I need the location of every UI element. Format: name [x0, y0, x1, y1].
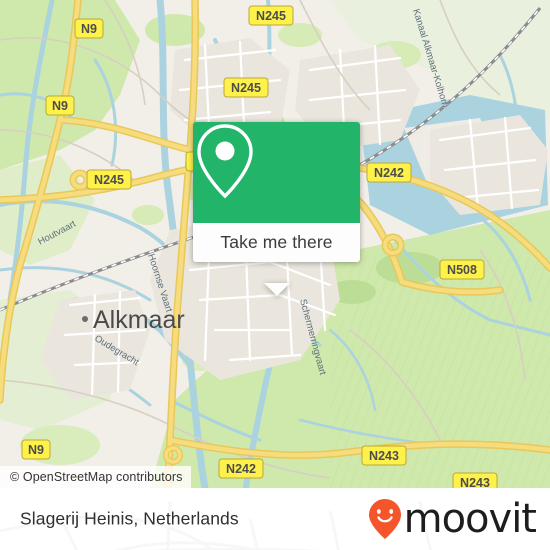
map-pin-icon: [197, 124, 253, 199]
svg-text:N9: N9: [28, 443, 44, 457]
bottom-info-bar: Slagerij Heinis, Netherlands moovit: [0, 488, 550, 550]
road-shield: N242: [366, 162, 412, 183]
road-shield: N9: [74, 18, 104, 39]
road-shield: N242: [218, 458, 264, 479]
svg-text:N245: N245: [94, 173, 124, 187]
road-shield: N508: [439, 259, 485, 280]
moovit-pin-smiley-icon: [368, 499, 401, 539]
svg-text:N243: N243: [369, 449, 399, 463]
svg-text:N245: N245: [256, 9, 286, 23]
place-title: Slagerij Heinis, Netherlands: [20, 508, 239, 529]
take-me-there-button[interactable]: Take me there: [193, 223, 360, 262]
osm-attribution-text: © OpenStreetMap contributors: [10, 470, 183, 484]
road-shield: N245: [86, 169, 132, 190]
popup-tail: [263, 283, 290, 296]
road-shield: N245: [248, 5, 294, 26]
popup-header: [193, 122, 360, 223]
take-me-there-label: Take me there: [220, 232, 333, 252]
road-shield: N9: [45, 95, 75, 116]
city-label: Alkmaar: [93, 306, 185, 334]
city-dot: [82, 316, 88, 322]
moovit-map-screen: Houtvaart Hoornse Vaart Oudegracht Schermer…: [0, 0, 550, 550]
svg-text:N508: N508: [447, 263, 477, 277]
svg-text:N242: N242: [226, 462, 256, 476]
moovit-wordmark: moovit: [403, 496, 537, 542]
osm-attribution[interactable]: © OpenStreetMap contributors: [0, 466, 191, 488]
city-marker: [82, 316, 88, 322]
take-me-there-popup[interactable]: Take me there: [193, 122, 360, 296]
road-shield: N9: [21, 439, 51, 460]
svg-text:N9: N9: [81, 22, 97, 36]
svg-text:N245: N245: [231, 81, 261, 95]
road-shield: N245: [223, 77, 269, 98]
map-canvas[interactable]: Houtvaart Hoornse Vaart Oudegracht Schermer…: [0, 0, 550, 488]
svg-text:N242: N242: [374, 166, 404, 180]
road-shield: N243: [452, 472, 498, 488]
svg-text:N243: N243: [460, 476, 490, 488]
moovit-logo[interactable]: moovit: [368, 496, 537, 542]
svg-text:N9: N9: [52, 99, 68, 113]
road-shield: N243: [361, 445, 407, 466]
